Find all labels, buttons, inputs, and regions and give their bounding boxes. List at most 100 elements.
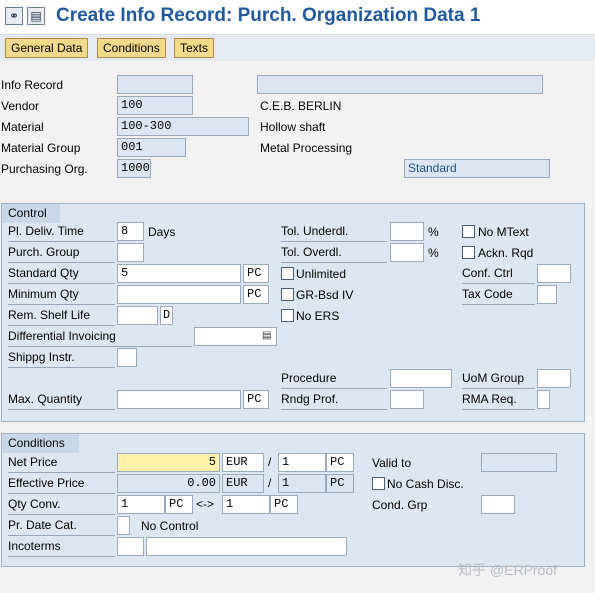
effective-price-per-field: 1: [278, 474, 326, 493]
differential-invoicing-label: Differential Invoicing: [8, 328, 192, 347]
tab-general-data[interactable]: General Data: [5, 38, 89, 58]
vendor-field[interactable]: 100: [117, 96, 193, 115]
tab-conditions[interactable]: Conditions: [97, 38, 166, 58]
pr-date-cat-description: No Control: [141, 519, 199, 533]
net-price-currency[interactable]: EUR: [222, 453, 264, 472]
tax-code-field[interactable]: [537, 285, 557, 304]
rma-req-field[interactable]: [537, 390, 550, 409]
info-record-description: [257, 75, 543, 94]
procedure-field[interactable]: [390, 369, 452, 388]
ackn-rqd-checkbox[interactable]: [462, 246, 475, 259]
max-quantity-unit: PC: [243, 390, 269, 409]
ackn-rqd-label: Ackn. Rqd: [478, 246, 534, 260]
conf-ctrl-field[interactable]: [537, 264, 571, 283]
conditions-group-title: Conditions: [2, 434, 79, 453]
cond-grp-field[interactable]: [481, 495, 515, 514]
window-title: Create Info Record: Purch. Organization …: [56, 5, 481, 26]
pl-deliv-time-unit: Days: [148, 225, 176, 239]
valid-to-label: Valid to: [372, 456, 412, 470]
tol-underdl-field[interactable]: [390, 222, 424, 241]
unlimited-checkbox[interactable]: [281, 267, 294, 280]
material-group-label: Material Group: [1, 141, 81, 155]
valid-to-field: [481, 453, 557, 472]
no-mtext-checkbox[interactable]: [462, 225, 475, 238]
conf-ctrl-label: Conf. Ctrl: [462, 265, 535, 284]
purchasing-org-field[interactable]: 1000: [117, 159, 151, 178]
control-group-title: Control: [2, 204, 60, 223]
net-price-per-field[interactable]: 1: [278, 453, 326, 472]
minimum-qty-label: Minimum Qty: [8, 286, 115, 305]
material-field[interactable]: 100-300: [117, 117, 249, 136]
gr-bsd-iv-label: GR-Bsd IV: [296, 288, 354, 302]
effective-price-currency: EUR: [222, 474, 264, 493]
procedure-label: Procedure: [281, 370, 387, 389]
material-description: Hollow shaft: [260, 120, 326, 134]
net-price-label: Net Price: [8, 454, 115, 473]
tol-underdl-label: Tol. Underdl.: [281, 223, 387, 242]
tol-overdl-label: Tol. Overdl.: [281, 244, 387, 263]
tol-overdl-unit: %: [428, 246, 439, 260]
qty-conv-unit-1: PC: [165, 495, 193, 514]
tab-texts[interactable]: Texts: [174, 38, 215, 58]
shipping-instr-field[interactable]: [117, 348, 137, 367]
watermark: 知乎 @ERProof: [458, 562, 558, 578]
incoterms-field-2[interactable]: [146, 537, 347, 556]
cond-grp-label: Cond. Grp: [372, 498, 428, 512]
effective-price-separator: /: [268, 476, 272, 490]
document-icon[interactable]: ▤: [27, 7, 45, 25]
vendor-label: Vendor: [1, 99, 40, 113]
standard-qty-label: Standard Qty: [8, 265, 115, 284]
qty-conv-field-2[interactable]: 1: [222, 495, 270, 514]
tol-underdl-unit: %: [428, 225, 439, 239]
pr-date-cat-field[interactable]: [117, 516, 130, 535]
rem-shelf-life-field[interactable]: [117, 306, 158, 325]
purchasing-org-label: Purchasing Org.: [1, 162, 88, 176]
rndg-prof-field[interactable]: [390, 390, 424, 409]
pr-date-cat-label: Pr. Date Cat.: [8, 517, 115, 536]
max-quantity-field[interactable]: [117, 390, 241, 409]
info-record-field[interactable]: [117, 75, 193, 94]
tax-code-label: Tax Code: [462, 286, 535, 305]
tol-overdl-field[interactable]: [390, 243, 424, 262]
glasses-icon[interactable]: ⚭: [5, 7, 23, 25]
max-quantity-label: Max. Quantity: [8, 391, 115, 410]
net-price-field[interactable]: 5: [117, 453, 220, 472]
no-cash-disc-label: No Cash Disc.: [387, 477, 464, 491]
no-ers-checkbox[interactable]: [281, 309, 294, 322]
shipping-instr-label: Shippg Instr.: [8, 349, 115, 368]
pl-deliv-time-label: Pl. Deliv. Time: [8, 223, 115, 242]
unlimited-label: Unlimited: [296, 267, 347, 281]
material-group-field[interactable]: 001: [117, 138, 186, 157]
purch-group-label: Purch. Group: [8, 244, 115, 263]
info-record-label: Info Record: [1, 78, 64, 92]
pl-deliv-time-field[interactable]: 8: [117, 222, 144, 241]
qty-conv-arrow: <->: [196, 497, 215, 511]
rndg-prof-label: Rndg Prof.: [281, 391, 387, 410]
gr-bsd-iv-checkbox[interactable]: [281, 288, 294, 301]
no-mtext-label: No MText: [478, 225, 529, 239]
material-label: Material: [1, 120, 44, 134]
vendor-description: C.E.B. BERLIN: [260, 99, 342, 113]
effective-price-label: Effective Price: [8, 475, 115, 494]
purch-group-field[interactable]: [117, 243, 144, 262]
material-group-description: Metal Processing: [260, 141, 353, 155]
net-price-unit[interactable]: PC: [326, 453, 354, 472]
rem-shelf-life-label: Rem. Shelf Life: [8, 307, 115, 326]
effective-price-field: 0.00: [117, 474, 220, 493]
tab-bar: [0, 35, 595, 61]
dropdown-icon[interactable]: ▤: [262, 330, 271, 342]
qty-conv-label: Qty Conv.: [8, 496, 115, 515]
incoterms-label: Incoterms: [8, 538, 115, 557]
standard-qty-field[interactable]: 5: [117, 264, 241, 283]
minimum-qty-field[interactable]: [117, 285, 241, 304]
incoterms-field-1[interactable]: [117, 537, 144, 556]
rem-shelf-life-unit: D: [160, 306, 173, 325]
purchasing-org-description: Standard: [404, 159, 550, 178]
qty-conv-field-1[interactable]: 1: [117, 495, 165, 514]
standard-qty-unit: PC: [243, 264, 269, 283]
no-ers-label: No ERS: [296, 309, 340, 323]
rma-req-label: RMA Req.: [462, 391, 535, 410]
uom-group-field[interactable]: [537, 369, 571, 388]
net-price-separator: /: [268, 455, 272, 469]
no-cash-disc-checkbox[interactable]: [372, 477, 385, 490]
